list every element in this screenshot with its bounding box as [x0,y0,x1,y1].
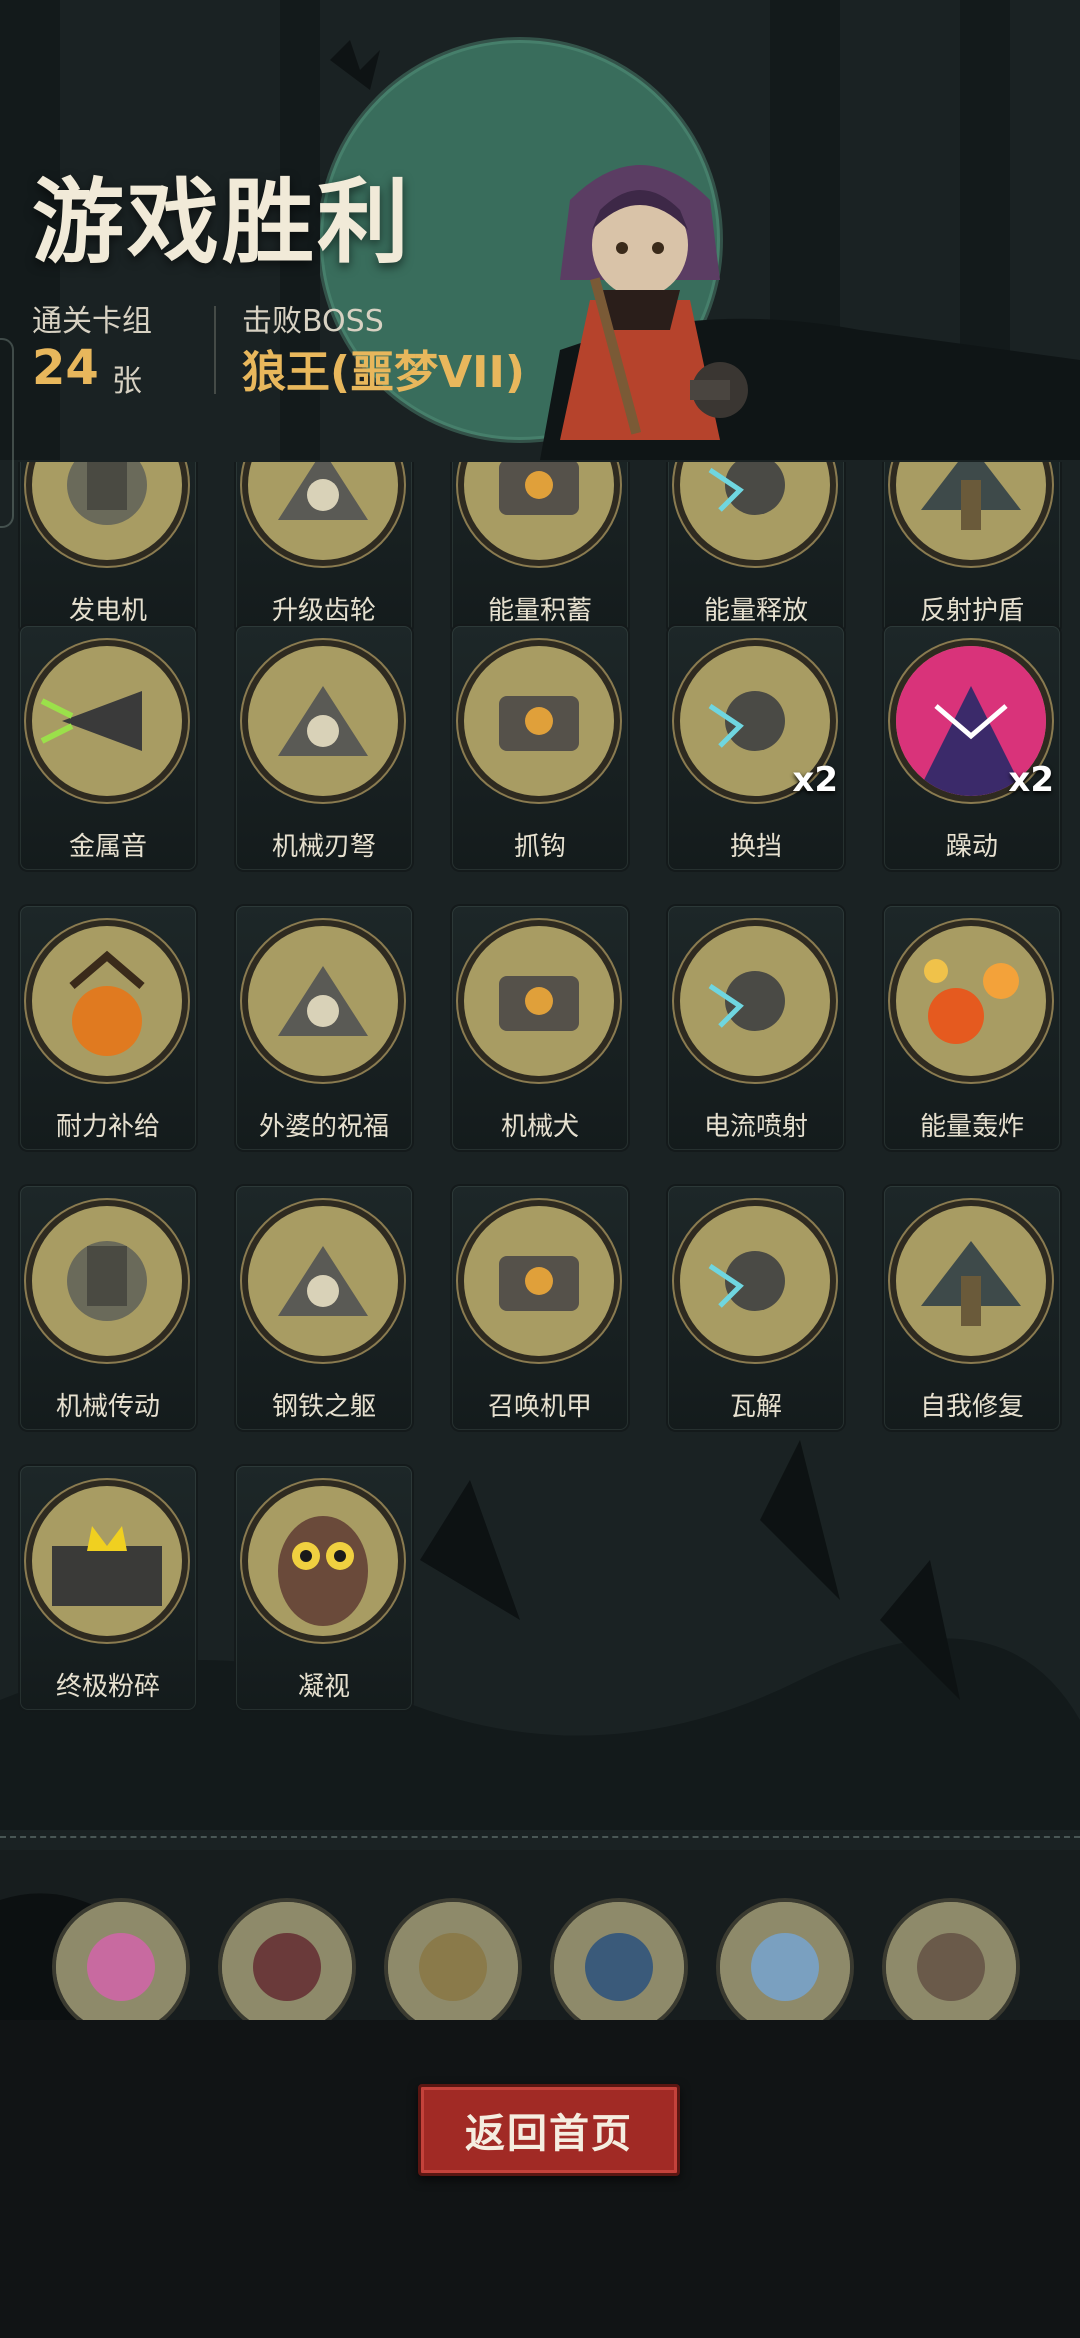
return-home-button[interactable]: 返回首页 [418,2084,680,2176]
card-tile[interactable]: 反射护盾 [884,462,1060,634]
energy-bombard-icon [896,926,1046,1076]
spellbook-relic-icon[interactable] [554,1902,684,2020]
grandma-blessing-icon [248,926,398,1076]
ultimate-crush-icon [32,1486,182,1636]
card-name: 凝视 [297,1672,350,1702]
card-name: 机械刃弩 [271,832,376,862]
current-jet-icon [680,926,830,1076]
card-name: 升级齿轮 [271,596,376,626]
card-tile[interactable]: 终极粉碎 [20,1466,196,1710]
mech-blade-crossbow-icon [248,646,398,796]
card-name: 外婆的祝福 [258,1112,389,1142]
magnifier-relic-icon[interactable] [720,1902,850,2020]
card-tile[interactable]: 发电机 [20,462,196,634]
card-name: 发电机 [68,596,147,626]
card-name: 能量积蓄 [487,596,592,626]
metal-horn-icon [32,646,182,796]
deck-unit: 张 [112,364,142,399]
card-tile[interactable]: 召唤机甲 [452,1186,628,1430]
deck-label: 通关卡组 [32,304,152,339]
card-tile[interactable]: 抓钩 [452,626,628,870]
card-tile[interactable]: 机械刃弩 [236,626,412,870]
deck-card-grid[interactable]: 发电机 升级齿轮 能量积蓄 能量释放 反射护盾金属音 机械刃弩 抓钩 换挡 x2 躁动 x2 耐力补给… [0,462,1080,1722]
energy-release-icon [680,462,830,560]
bottom-bar [0,2020,1080,2338]
card-tile[interactable]: 耐力补给 [20,906,196,1150]
section-divider [0,1836,1080,1838]
card-name: 换挡 [729,832,782,862]
card-name: 能量释放 [703,596,808,626]
self-repair-icon [896,1206,1046,1356]
card-tile[interactable]: 换挡 x2 [668,626,844,870]
card-tile[interactable]: 钢铁之躯 [236,1186,412,1430]
energy-charge-icon [464,462,614,560]
steel-body-icon [248,1206,398,1356]
gaze-owl-icon [248,1486,398,1636]
card-name: 机械犬 [500,1112,579,1142]
card-name: 终极粉碎 [55,1672,160,1702]
card-tile[interactable]: 躁动 x2 [884,626,1060,870]
card-name: 耐力补给 [55,1112,160,1142]
card-name: 抓钩 [513,832,566,862]
stat-divider [214,306,216,394]
hero-character-illustration [560,165,748,440]
card-tile[interactable]: 瓦解 [668,1186,844,1430]
card-tile[interactable]: 能量轰炸 [884,906,1060,1150]
card-tile[interactable]: 升级齿轮 [236,462,412,634]
card-multiplier-badge: x2 [1008,760,1054,800]
boss-label: 击败BOSS [242,304,384,339]
disintegrate-icon [680,1206,830,1356]
card-tile[interactable]: 能量释放 [668,462,844,634]
card-tile[interactable]: 金属音 [20,626,196,870]
skull-card-relic-icon[interactable] [222,1902,352,2020]
card-tile[interactable]: 凝视 [236,1466,412,1710]
card-tile[interactable]: 机械犬 [452,906,628,1150]
card-name: 瓦解 [729,1392,782,1422]
card-multiplier-badge: x2 [792,760,838,800]
card-name: 反射护盾 [919,596,1024,626]
mech-dog-icon [464,926,614,1076]
card-tile[interactable]: 电流喷射 [668,906,844,1150]
card-tile[interactable]: 外婆的祝福 [236,906,412,1150]
card-name: 电流喷射 [703,1112,808,1142]
mech-transmission-icon [32,1206,182,1356]
card-tile[interactable]: 机械传动 [20,1186,196,1430]
relic-strip[interactable] [0,1892,1080,2020]
stamina-supply-icon [32,926,182,1076]
card-name: 金属音 [68,832,147,862]
deck-count: 24 [32,340,99,396]
card-name: 自我修复 [919,1392,1024,1422]
grappling-hook-icon [464,646,614,796]
victory-title: 游戏胜利 [32,169,413,276]
card-name: 能量轰炸 [919,1112,1024,1142]
reflect-shield-icon [896,462,1046,560]
hourglass-relic-icon[interactable] [388,1902,518,2020]
card-name: 机械传动 [55,1392,160,1422]
card-name: 召唤机甲 [487,1392,592,1422]
tentacle-relic-icon[interactable] [56,1902,186,2020]
card-name: 钢铁之躯 [271,1392,376,1422]
statue-relic-icon[interactable] [886,1902,1016,2020]
upgrade-gear-icon [248,462,398,560]
generator-icon [32,462,182,560]
summon-mech-icon [464,1206,614,1356]
card-name: 躁动 [945,832,998,862]
boss-name: 狼王(噩梦VII) [242,347,526,398]
card-tile[interactable]: 能量积蓄 [452,462,628,634]
card-tile[interactable]: 自我修复 [884,1186,1060,1430]
